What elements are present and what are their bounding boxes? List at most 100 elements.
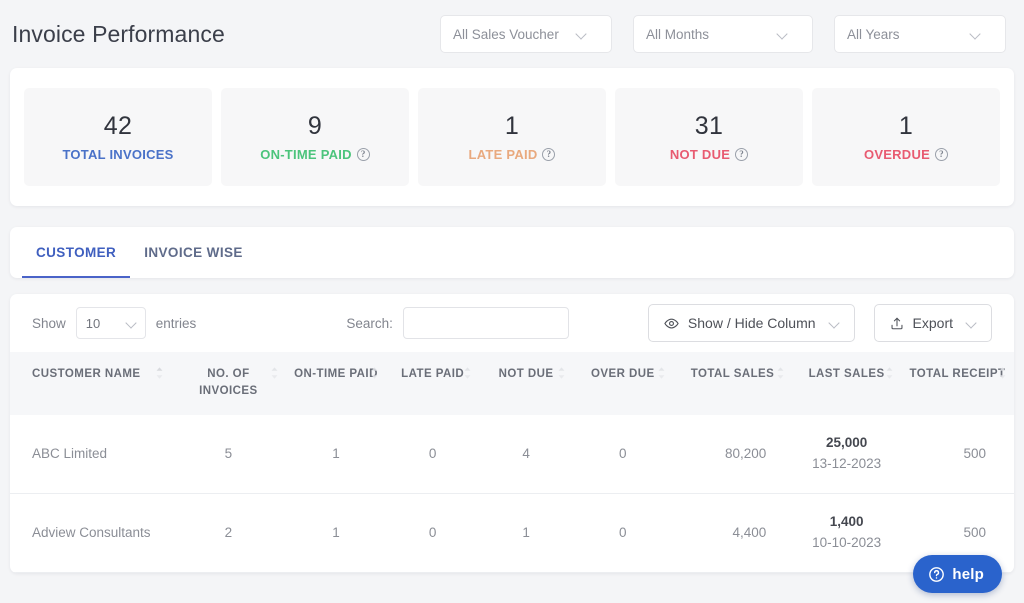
page-title: Invoice Performance	[12, 20, 225, 47]
tab-customer-label: CUSTOMER	[36, 245, 117, 260]
column-header-label: TOTAL SALES	[690, 368, 775, 380]
export-upload-icon	[891, 317, 903, 329]
stat-card-late-paid[interactable]: 1 LATE PAID ?	[418, 88, 606, 186]
column-header-label: TOTAL RECEIPT	[909, 368, 1006, 380]
show-label: Show	[32, 315, 66, 331]
filter-years[interactable]: All Years	[834, 15, 1006, 53]
sort-icon[interactable]	[776, 366, 785, 380]
column-header-late-paid[interactable]: LATE PAID	[385, 352, 480, 416]
stat-label-text: TOTAL INVOICES	[62, 147, 174, 162]
table-row[interactable]: ABC Limited 5 1 0 4 0 80,200 25,000 13-1…	[10, 415, 1014, 495]
stat-label: OVERDUE ?	[863, 147, 949, 162]
column-header-not-due[interactable]: NOT DUE	[479, 352, 573, 416]
cell-customer-name: ABC Limited	[10, 415, 171, 495]
sort-icon[interactable]	[998, 366, 1007, 380]
cell-on-time-paid: 1	[285, 493, 386, 574]
column-header-total-receipt[interactable]: TOTAL RECEIPT	[900, 352, 1014, 416]
tab-bar: CUSTOMER INVOICE WISE	[10, 227, 1014, 278]
column-header-last-sales[interactable]: LAST SALES	[792, 352, 901, 416]
help-circle-icon[interactable]: ?	[735, 148, 749, 161]
eye-icon	[664, 318, 679, 328]
column-header-label: NO. OF INVOICES	[199, 368, 258, 397]
stat-card-overdue[interactable]: 1 OVERDUE ?	[812, 88, 1000, 186]
entries-label: entries	[155, 315, 197, 331]
column-header-label: ON-TIME PAID	[294, 368, 378, 380]
table-action-buttons: Show / Hide Column Export	[647, 304, 992, 342]
column-header-no-of-invoices[interactable]: NO. OF INVOICES	[170, 352, 286, 416]
cell-not-due: 4	[479, 415, 573, 495]
column-header-total-sales[interactable]: TOTAL SALES	[672, 352, 793, 416]
cell-over-due: 0	[572, 493, 673, 574]
tab-customer[interactable]: CUSTOMER	[22, 227, 131, 278]
cell-no-of-invoices: 5	[170, 415, 286, 495]
help-circle-icon	[929, 566, 945, 582]
stat-label-text: OVERDUE	[863, 147, 931, 162]
sort-icon[interactable]	[463, 366, 472, 380]
last-sales-amount: 1,400	[829, 514, 864, 530]
cell-late-paid: 0	[385, 415, 480, 495]
stat-card-on-time-paid[interactable]: 9 ON-TIME PAID ?	[221, 88, 409, 186]
entries-per-page-select[interactable]: 10	[75, 307, 146, 339]
help-button-label: help	[952, 565, 984, 583]
sort-icon[interactable]	[370, 366, 379, 380]
sort-icon[interactable]	[657, 366, 666, 380]
column-header-label: LAST SALES	[808, 368, 885, 380]
invoice-performance-table: CUSTOMER NAME NO. OF INVOICES ON-TIME PA…	[10, 352, 1014, 574]
sort-icon[interactable]	[557, 366, 566, 380]
export-label: Export	[912, 315, 953, 331]
cell-no-of-invoices: 2	[170, 493, 286, 574]
stats-panel: 42 TOTAL INVOICES 9 ON-TIME PAID ? 1 LAT…	[10, 68, 1014, 206]
chevron-down-icon	[127, 319, 136, 328]
stat-value: 1	[504, 112, 520, 140]
cell-total-receipt: 500	[900, 415, 1014, 495]
cell-over-due: 0	[572, 415, 673, 495]
column-header-over-due[interactable]: OVER DUE	[572, 352, 673, 416]
column-header-label: LATE PAID	[401, 368, 465, 380]
tab-invoice-wise[interactable]: INVOICE WISE	[130, 227, 257, 278]
table-row[interactable]: Adview Consultants 2 1 0 1 0 4,400 1,400…	[10, 493, 1014, 574]
cell-customer-name: Adview Consultants	[10, 493, 171, 574]
sort-icon[interactable]	[270, 366, 279, 380]
stat-value: 31	[694, 112, 724, 140]
page-header: Invoice Performance All Sales Voucher Al…	[0, 0, 1024, 68]
stat-label: NOT DUE ?	[669, 147, 749, 162]
sort-icon[interactable]	[885, 366, 894, 380]
chevron-down-icon	[967, 319, 976, 328]
help-circle-icon[interactable]: ?	[356, 148, 370, 161]
show-hide-column-label: Show / Hide Column	[687, 315, 816, 331]
filter-months-label: All Months	[646, 26, 710, 42]
column-header-customer-name[interactable]: CUSTOMER NAME	[10, 352, 171, 416]
help-button[interactable]: help	[913, 555, 1002, 593]
filter-months[interactable]: All Months	[633, 15, 813, 53]
stat-card-total-invoices[interactable]: 42 TOTAL INVOICES	[24, 88, 212, 186]
table-panel: Show 10 entries Search: Show / Hide Colu…	[10, 294, 1014, 574]
stat-card-not-due[interactable]: 31 NOT DUE ?	[615, 88, 803, 186]
filter-years-label: All Years	[847, 26, 900, 42]
cell-total-sales: 80,200	[672, 415, 793, 495]
table-header-row: CUSTOMER NAME NO. OF INVOICES ON-TIME PA…	[10, 352, 1014, 416]
search-label: Search:	[346, 315, 393, 331]
filter-sales-voucher[interactable]: All Sales Voucher	[440, 15, 612, 53]
cell-total-sales: 4,400	[672, 493, 793, 574]
help-circle-icon[interactable]: ?	[935, 148, 949, 161]
export-button[interactable]: Export	[873, 304, 992, 342]
cell-on-time-paid: 1	[285, 415, 386, 495]
stat-label-text: ON-TIME PAID	[260, 147, 352, 162]
column-header-label: CUSTOMER NAME	[32, 368, 141, 380]
table-controls: Show 10 entries Search: Show / Hide Colu…	[10, 294, 1014, 352]
help-circle-icon[interactable]: ?	[542, 148, 556, 161]
stat-value: 42	[103, 112, 133, 140]
show-hide-column-button[interactable]: Show / Hide Column	[647, 304, 855, 342]
column-header-label: NOT DUE	[498, 368, 554, 380]
search-control: Search:	[346, 307, 569, 339]
stat-label-text: NOT DUE	[669, 147, 731, 162]
cell-last-sales: 25,000 13-12-2023	[792, 415, 901, 495]
search-input[interactable]	[402, 307, 569, 339]
chevron-down-icon	[577, 30, 599, 39]
column-header-on-time-paid[interactable]: ON-TIME PAID	[285, 352, 386, 416]
stat-label-text: LATE PAID	[468, 147, 538, 162]
cell-last-sales: 1,400 10-10-2023	[792, 493, 901, 574]
filter-group: All Sales Voucher All Months All Years	[440, 15, 1006, 53]
sort-icon[interactable]	[155, 366, 164, 380]
table-body: ABC Limited 5 1 0 4 0 80,200 25,000 13-1…	[10, 415, 1014, 574]
